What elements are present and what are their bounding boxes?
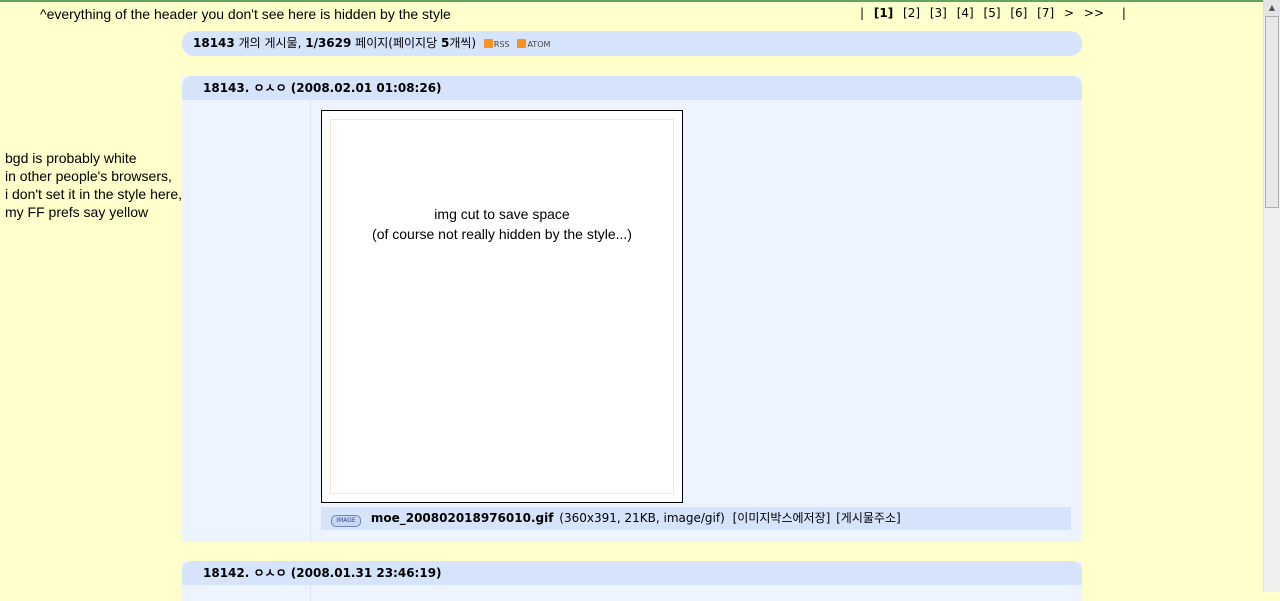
post-content-column: img cut to save space (of course not rea… <box>311 100 1082 542</box>
post-author-column <box>182 100 311 542</box>
page-indicator: 1/3629 <box>305 36 352 50</box>
pagination: | [1] [2] [3] [4] [5] [6] [7] > >> | <box>860 6 1132 20</box>
post-header: 18143. ㅇㅅㅇ (2008.02.01 01:08:26) <box>182 76 1082 100</box>
scroll-up-icon[interactable]: ▲ <box>1264 0 1280 16</box>
post-image-frame: img cut to save space (of course not rea… <box>330 119 674 494</box>
header-hidden-note: ^everything of the header you don't see … <box>40 6 451 22</box>
board-summary-bar: 18143 개의 게시물, 1/3629 페이지(페이지당 5개씩) RSS A… <box>182 31 1082 56</box>
rss-link[interactable]: RSS <box>483 32 510 57</box>
vertical-scrollbar[interactable]: ▲ <box>1263 0 1280 592</box>
post-permalink[interactable]: [게시물주소] <box>836 511 901 525</box>
scrollbar-thumb[interactable] <box>1265 16 1279 208</box>
rss-label: RSS <box>493 40 510 49</box>
image-note-line: img cut to save space <box>434 206 570 222</box>
image-note-line: (of course not really hidden by the styl… <box>372 226 632 242</box>
pager-divider: | <box>860 6 865 20</box>
pager-page-link[interactable]: [4] <box>957 6 974 20</box>
atom-link[interactable]: ATOM <box>517 32 550 57</box>
post-image[interactable]: img cut to save space (of course not rea… <box>321 110 683 503</box>
attachment-bar: IMAGE moe_200802018976010.gif (360x391, … <box>321 507 1071 530</box>
pager-page-link[interactable]: [7] <box>1037 6 1054 20</box>
atom-label: ATOM <box>527 40 551 49</box>
post-count-suffix: 개의 게시물, <box>234 36 306 50</box>
image-badge-icon: IMAGE <box>331 515 361 527</box>
post-count: 18143 <box>193 36 235 50</box>
post-title[interactable]: 18142. ㅇㅅㅇ (2008.01.31 23:46:19) <box>203 566 442 580</box>
image-placeholder-note: img cut to save space (of course not rea… <box>331 204 673 244</box>
attachment-meta: (360x391, 21KB, image/gif) <box>559 511 725 525</box>
background-note-line: bgd is probably white <box>5 150 137 166</box>
pager-next-link[interactable]: > <box>1064 6 1074 20</box>
pager-current-page: [1] <box>873 6 894 20</box>
post-body <box>182 585 1082 601</box>
post-body: img cut to save space (of course not rea… <box>182 100 1082 542</box>
background-note-line: i don't set it in the style here, <box>5 186 182 202</box>
post-card: 18143. ㅇㅅㅇ (2008.02.01 01:08:26) img cut… <box>182 76 1082 542</box>
per-page-suffix: 개씩) <box>449 36 477 50</box>
board-summary-text: 18143 개의 게시물, 1/3629 페이지(페이지당 5개씩) <box>193 36 476 50</box>
pager-page-link[interactable]: [3] <box>930 6 947 20</box>
background-note-line: in other people's browsers, <box>5 168 172 184</box>
attachment-filename[interactable]: moe_200802018976010.gif <box>371 511 554 525</box>
post-card: 18142. ㅇㅅㅇ (2008.01.31 23:46:19) <box>182 561 1082 601</box>
pager-last-link[interactable]: >> <box>1084 6 1104 20</box>
atom-icon <box>517 39 527 48</box>
pager-page-link[interactable]: [2] <box>903 6 920 20</box>
post-header: 18142. ㅇㅅㅇ (2008.01.31 23:46:19) <box>182 561 1082 585</box>
pager-page-link[interactable]: [5] <box>984 6 1001 20</box>
post-title[interactable]: 18143. ㅇㅅㅇ (2008.02.01 01:08:26) <box>203 81 442 95</box>
page-suffix: 페이지(페이지당 <box>351 36 441 50</box>
background-note-line: my FF prefs say yellow <box>5 204 149 220</box>
top-border-line <box>0 0 1264 2</box>
background-note: bgd is probably white in other people's … <box>5 149 182 221</box>
post-author-column <box>182 585 311 601</box>
save-to-imagebox-link[interactable]: [이미지박스에저장] <box>733 511 831 525</box>
pager-page-link[interactable]: [6] <box>1010 6 1027 20</box>
pager-divider: | <box>1121 6 1126 20</box>
rss-icon <box>483 39 493 48</box>
